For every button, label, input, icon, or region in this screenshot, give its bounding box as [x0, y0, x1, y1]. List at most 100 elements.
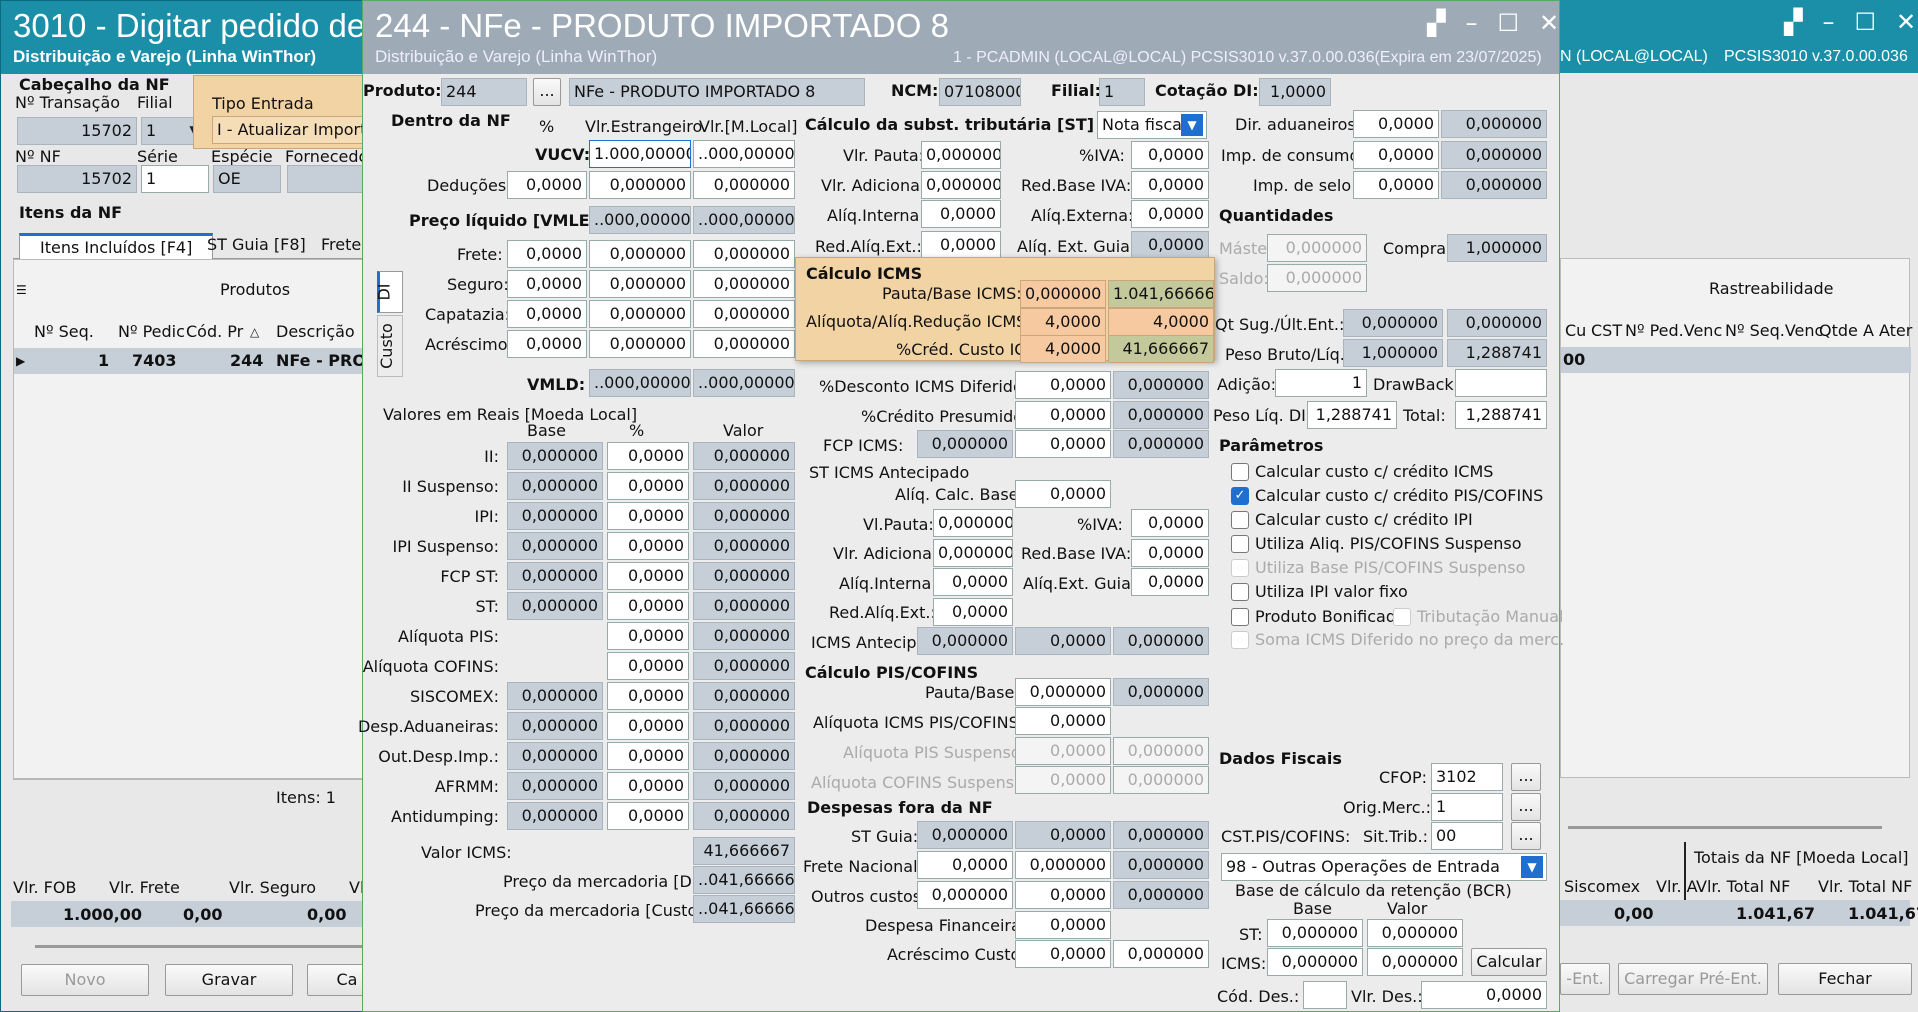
- aliq-ext-guia2-field[interactable]: 0,0000: [1131, 568, 1209, 596]
- checkbox-box[interactable]: [1231, 534, 1249, 553]
- bcr-st-base-field[interactable]: 0,000000: [1267, 919, 1363, 947]
- pauta-base-icms-field[interactable]: 0,000000: [1020, 280, 1106, 308]
- iva2-field[interactable]: 0,0000: [1131, 509, 1209, 537]
- checkbox-box[interactable]: [1231, 582, 1249, 601]
- cred-custo-icms-pct-field[interactable]: 4,0000: [1020, 335, 1106, 363]
- col-pedido[interactable]: Nº Pedic: [118, 322, 185, 342]
- red-base-iva-field[interactable]: 0,0000: [1131, 171, 1209, 199]
- tributacao-manual-checkbox[interactable]: Tributação Manual: [1393, 607, 1563, 626]
- aliq-calc-base-field[interactable]: 0,0000: [1015, 480, 1111, 508]
- acrescimo-custo-pct-field[interactable]: 0,0000: [1015, 940, 1111, 968]
- soma-icms-diferido-box[interactable]: [1231, 630, 1249, 649]
- frete-nacional-base-field[interactable]: 0,000000: [1015, 851, 1111, 879]
- calcular-button[interactable]: Calcular: [1471, 948, 1547, 976]
- vr-row-pct-field[interactable]: 0,0000: [607, 532, 689, 560]
- param-checkbox[interactable]: Calcular custo c/ crédito IPI: [1231, 510, 1473, 529]
- aliq-reducao-icms-field[interactable]: 4,0000: [1108, 308, 1214, 336]
- right-table-row[interactable]: 00: [1561, 347, 1911, 373]
- seguro-pct-field[interactable]: 0,0000: [507, 270, 587, 298]
- produto-bonificado-checkbox[interactable]: Produto Bonificado: [1231, 607, 1406, 626]
- produto-bonificado-box[interactable]: [1231, 607, 1249, 626]
- col-ped-venda[interactable]: Nº Ped.Venc: [1625, 321, 1722, 341]
- imp-consumo-pct-field[interactable]: 0,0000: [1353, 141, 1439, 169]
- cfop-search-button[interactable]: ...: [1511, 763, 1541, 791]
- vr-row-pct-field[interactable]: 0,0000: [607, 472, 689, 500]
- pre-ent-button[interactable]: -Ent.: [1560, 963, 1610, 995]
- frete-pct-field[interactable]: 0,0000: [507, 240, 587, 268]
- tipo-entrada-select[interactable]: I - Atualizar Importa: [212, 116, 366, 144]
- vr-row-pct-field[interactable]: 0,0000: [607, 502, 689, 530]
- frete-ml-field[interactable]: 0,000000: [693, 240, 795, 268]
- table-row[interactable]: ▶ 1 7403 244 NFe - PROI: [14, 348, 394, 374]
- aliq-interna2-field[interactable]: 0,0000: [933, 568, 1013, 596]
- carregar-pre-ent-button[interactable]: Carregar Pré-Ent.: [1618, 963, 1768, 995]
- col-cu[interactable]: Cu: [1565, 321, 1586, 341]
- aliq-icms-field[interactable]: 4,0000: [1020, 308, 1106, 336]
- credito-presumido-pct-field[interactable]: 0,0000: [1015, 401, 1111, 429]
- soma-icms-diferido-checkbox[interactable]: Soma ICMS Diferido no preço da merc.: [1231, 630, 1564, 649]
- acrescimo-pct-field[interactable]: 0,0000: [507, 330, 587, 358]
- sit-trib-field[interactable]: 00: [1431, 822, 1503, 850]
- frete-nacional-pct-field[interactable]: 0,0000: [917, 851, 1013, 879]
- produto-code-field[interactable]: 244: [441, 78, 527, 106]
- vlr-adicional2-field[interactable]: 0,000000: [933, 539, 1013, 567]
- aliq-externa-field[interactable]: 0,0000: [1131, 200, 1209, 228]
- col-seq[interactable]: Nº Seq.: [34, 322, 94, 342]
- vr-row-pct-field[interactable]: 0,0000: [607, 622, 689, 650]
- param-checkbox[interactable]: Utiliza Aliq. PIS/COFINS Suspenso: [1231, 534, 1521, 553]
- bcr-st-valor-field[interactable]: 0,000000: [1367, 919, 1463, 947]
- check-icon[interactable]: ✓: [1231, 486, 1249, 505]
- fcp-icms-pct-field[interactable]: 0,0000: [1015, 430, 1111, 458]
- operacao-select[interactable]: 98 - Outras Operações de Entrada: [1221, 853, 1547, 881]
- fornecedor-field[interactable]: [287, 165, 367, 193]
- param-checkbox[interactable]: Calcular custo c/ crédito ICMS: [1231, 462, 1493, 481]
- aliq-interna-field[interactable]: 0,0000: [921, 200, 1001, 228]
- seguro-ml-field[interactable]: 0,000000: [693, 270, 795, 298]
- serie-field[interactable]: 1: [141, 165, 209, 193]
- col-descricao[interactable]: Descrição: [276, 322, 355, 342]
- dialog-close-icon[interactable]: ✕: [1539, 9, 1559, 37]
- aliq-icms-pis-cofins-field[interactable]: 0,0000: [1015, 707, 1111, 735]
- vl-pauta-field[interactable]: 0,000000: [933, 509, 1013, 537]
- acrescimo-ml-field[interactable]: 0,000000: [693, 330, 795, 358]
- capatazia-pct-field[interactable]: 0,0000: [507, 300, 587, 328]
- fechar-button[interactable]: Fechar: [1778, 963, 1912, 995]
- dialog-minimize-icon[interactable]: –: [1465, 9, 1477, 37]
- vlr-adicional-field[interactable]: 0,000000: [921, 171, 1001, 199]
- bcr-icms-base-field[interactable]: 0,000000: [1267, 948, 1363, 976]
- tributacao-manual-box[interactable]: [1393, 607, 1411, 626]
- dir-aduaneiros-pct-field[interactable]: 0,0000: [1353, 110, 1439, 138]
- vr-row-pct-field[interactable]: 0,0000: [607, 802, 689, 830]
- pis-pauta-base-field[interactable]: 0,000000: [1015, 678, 1111, 706]
- desc-icms-diferido-pct-field[interactable]: 0,0000: [1015, 371, 1111, 399]
- especie-field[interactable]: OE: [213, 165, 281, 193]
- minimize-icon[interactable]: –: [1822, 8, 1834, 36]
- param-checkbox[interactable]: ✓ Calcular custo c/ crédito PIS/COFINS: [1231, 486, 1543, 505]
- outros-custos-base-field[interactable]: 0,000000: [917, 881, 1013, 909]
- outros-custos-pct-field[interactable]: 0,0000: [1015, 881, 1111, 909]
- tab-custo[interactable]: Custo: [377, 315, 403, 377]
- vr-row-pct-field[interactable]: 0,0000: [607, 742, 689, 770]
- vr-row-pct-field[interactable]: 0,0000: [607, 652, 689, 680]
- vr-row-pct-field[interactable]: 0,0000: [607, 562, 689, 590]
- dialog-maximize-icon[interactable]: ☐: [1497, 9, 1519, 37]
- menu-icon[interactable]: ☰: [16, 280, 27, 300]
- iva-field[interactable]: 0,0000: [1131, 141, 1209, 169]
- red-aliq-ext2-field[interactable]: 0,0000: [933, 598, 1013, 626]
- right-scrollbar[interactable]: [1568, 826, 1882, 829]
- capatazia-ml-field[interactable]: 0,000000: [693, 300, 795, 328]
- imp-selo-pct-field[interactable]: 0,0000: [1353, 171, 1439, 199]
- col-cst[interactable]: CST: [1591, 321, 1622, 341]
- vr-row-pct-field[interactable]: 0,0000: [607, 712, 689, 740]
- col-cod-produto[interactable]: Cód. Pr: [186, 322, 243, 342]
- deducoes-estr-field[interactable]: 0,000000: [589, 171, 691, 199]
- gravar-button[interactable]: Gravar: [165, 964, 293, 996]
- col-seq-venda[interactable]: Nº Seq.Venc: [1725, 321, 1823, 341]
- total-peso-field[interactable]: 1,288741: [1455, 401, 1547, 429]
- col-qtde-atender[interactable]: Qtde A Ater: [1819, 321, 1912, 341]
- capatazia-estr-field[interactable]: 0,000000: [589, 300, 691, 328]
- vlr-pauta-field[interactable]: 0,000000: [921, 141, 1001, 169]
- checkbox-box[interactable]: [1231, 558, 1249, 577]
- acrescimo-custo-valor-field[interactable]: 0,000000: [1113, 940, 1209, 968]
- orig-merc-search-button[interactable]: ...: [1511, 793, 1541, 821]
